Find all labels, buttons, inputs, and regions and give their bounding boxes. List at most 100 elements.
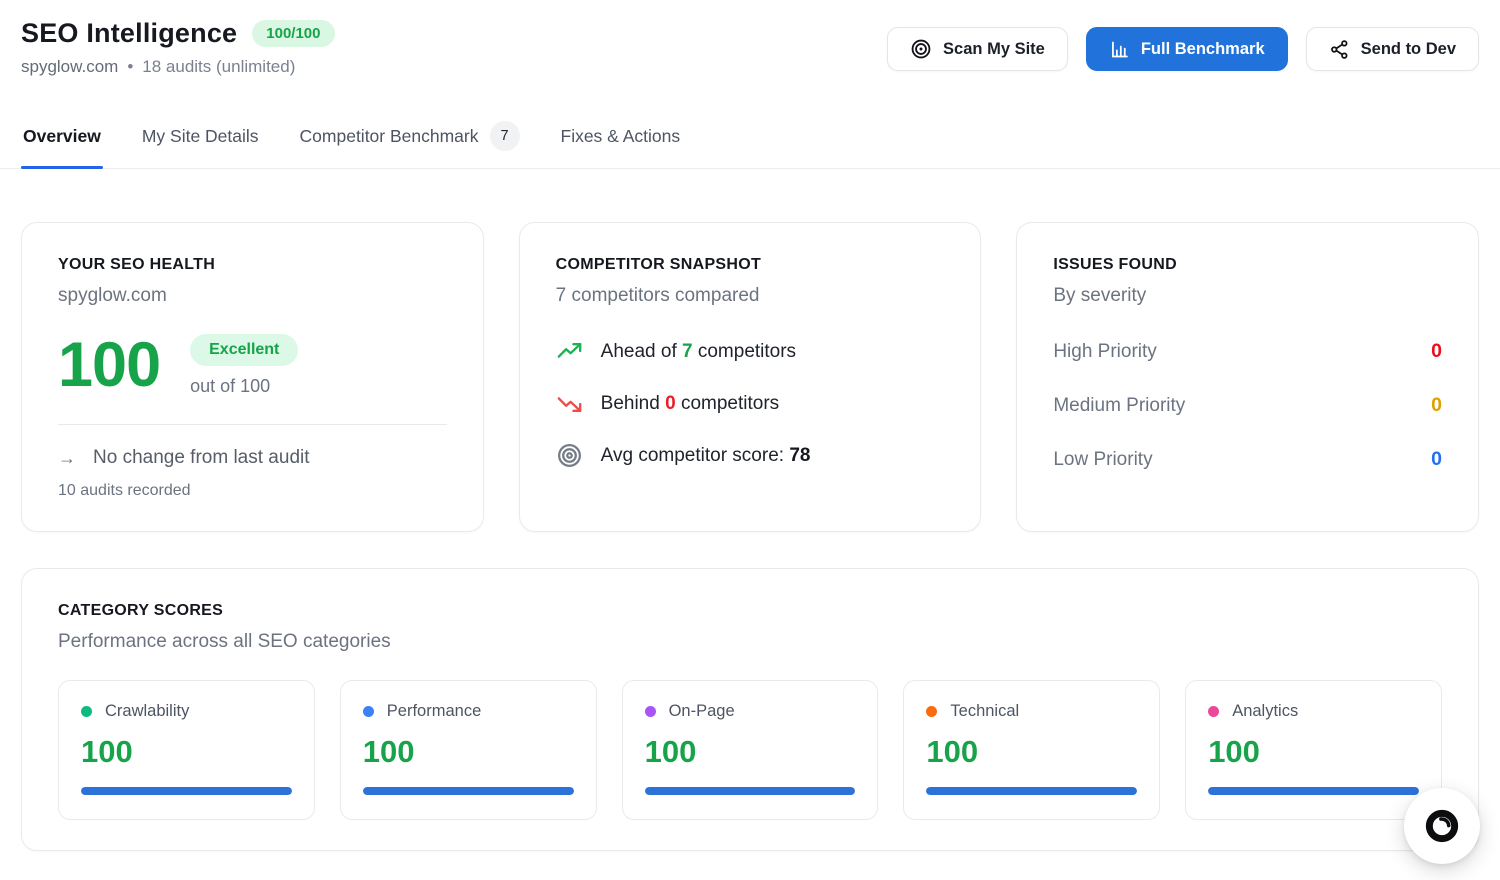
category-progress-track — [645, 787, 856, 795]
aperture-icon — [1423, 807, 1461, 845]
category-score: 100 — [645, 734, 856, 770]
category-card-on-page: On-Page 100 — [622, 680, 879, 820]
trending-down-icon — [556, 390, 583, 417]
tab-overview[interactable]: Overview — [21, 111, 103, 168]
avg-score-row: Avg competitor score: 78 — [556, 442, 945, 469]
category-progress-bar — [926, 787, 1137, 795]
issue-label: High Priority — [1053, 341, 1156, 363]
send-button-label: Send to Dev — [1361, 40, 1456, 59]
category-name: Performance — [387, 702, 481, 721]
card-seo-health: YOUR SEO HEALTH spyglow.com 100 Excellen… — [21, 222, 484, 532]
category-name: Crawlability — [105, 702, 189, 721]
category-dot — [645, 706, 656, 717]
score-out-of: out of 100 — [190, 376, 270, 397]
tab-overview-label: Overview — [23, 126, 101, 147]
bar-chart-icon — [1109, 39, 1130, 60]
scan-my-site-button[interactable]: Scan My Site — [887, 27, 1068, 71]
category-score: 100 — [81, 734, 292, 770]
issue-value: 0 — [1431, 340, 1442, 363]
right-arrow-icon: → — [58, 448, 76, 469]
category-card-analytics: Analytics 100 — [1185, 680, 1442, 820]
issue-value: 0 — [1431, 448, 1442, 471]
rating-badge: Excellent — [190, 334, 298, 366]
ahead-row: Ahead of 7 competitors — [556, 338, 945, 365]
behind-text: Behind 0 competitors — [601, 393, 780, 415]
avg-score-text: Avg competitor score: 78 — [601, 445, 811, 467]
issue-label: Low Priority — [1053, 449, 1152, 471]
header-subtitle: spyglow.com • 18 audits (unlimited) — [21, 57, 335, 77]
category-dot — [926, 706, 937, 717]
category-card-technical: Technical 100 — [903, 680, 1160, 820]
category-name: Analytics — [1232, 702, 1298, 721]
card-competitor-snapshot: COMPETITOR SNAPSHOT 7 competitors compar… — [519, 222, 982, 532]
tab-bar: Overview My Site Details Competitor Benc… — [0, 111, 1500, 169]
seo-health-score: 100 — [58, 336, 160, 396]
change-row: → No change from last audit — [58, 447, 447, 469]
avg-score-value: 78 — [789, 445, 810, 466]
category-progress-bar — [363, 787, 574, 795]
target-gray-icon — [556, 442, 583, 469]
behind-row: Behind 0 competitors — [556, 390, 945, 417]
category-score: 100 — [926, 734, 1137, 770]
trending-up-icon — [556, 338, 583, 365]
benchmark-button-label: Full Benchmark — [1141, 40, 1265, 59]
page-title: SEO Intelligence — [21, 18, 237, 49]
category-dot — [1208, 706, 1219, 717]
category-progress-track — [363, 787, 574, 795]
change-text: No change from last audit — [93, 447, 310, 469]
behind-count: 0 — [665, 393, 676, 414]
header-score-badge: 100/100 — [252, 20, 334, 47]
category-dot — [81, 706, 92, 717]
audits-info: 18 audits (unlimited) — [142, 57, 295, 77]
audits-recorded: 10 audits recorded — [58, 482, 447, 500]
send-to-dev-button[interactable]: Send to Dev — [1306, 27, 1479, 71]
tab-count-badge: 7 — [490, 121, 520, 151]
card-divider — [58, 424, 447, 425]
tab-fixes-actions-label: Fixes & Actions — [561, 126, 681, 147]
competitor-snapshot-title: COMPETITOR SNAPSHOT — [556, 256, 945, 274]
issues-found-subtitle: By severity — [1053, 285, 1442, 307]
category-score: 100 — [1208, 734, 1419, 770]
tab-competitor-benchmark[interactable]: Competitor Benchmark 7 — [298, 111, 522, 168]
tab-my-site-details-label: My Site Details — [142, 126, 259, 147]
header-left: SEO Intelligence 100/100 spyglow.com • 1… — [21, 18, 335, 77]
category-progress-bar — [645, 787, 856, 795]
full-benchmark-button[interactable]: Full Benchmark — [1086, 27, 1288, 71]
category-progress-bar — [1208, 787, 1419, 795]
ahead-text: Ahead of 7 competitors — [601, 341, 796, 363]
share-icon — [1329, 39, 1350, 60]
category-score: 100 — [363, 734, 574, 770]
issue-row-low: Low Priority 0 — [1053, 448, 1442, 471]
target-icon — [910, 38, 932, 60]
card-issues-found: ISSUES FOUND By severity High Priority 0… — [1016, 222, 1479, 532]
tab-competitor-benchmark-label: Competitor Benchmark — [300, 126, 479, 147]
bullet-separator: • — [127, 57, 133, 77]
category-name: Technical — [950, 702, 1019, 721]
category-scores-subtitle: Performance across all SEO categories — [58, 631, 1442, 653]
category-progress-track — [926, 787, 1137, 795]
category-card-performance: Performance 100 — [340, 680, 597, 820]
competitor-snapshot-subtitle: 7 competitors compared — [556, 285, 945, 307]
category-progress-track — [81, 787, 292, 795]
issue-value: 0 — [1431, 394, 1442, 417]
page-header: SEO Intelligence 100/100 spyglow.com • 1… — [21, 18, 1479, 77]
issue-label: Medium Priority — [1053, 395, 1185, 417]
header-actions: Scan My Site Full Benchmark — [887, 27, 1479, 71]
tab-my-site-details[interactable]: My Site Details — [140, 111, 261, 168]
issue-row-high: High Priority 0 — [1053, 340, 1442, 363]
seo-health-title: YOUR SEO HEALTH — [58, 256, 447, 274]
tab-fixes-actions[interactable]: Fixes & Actions — [559, 111, 683, 168]
category-progress-track — [1208, 787, 1419, 795]
category-progress-bar — [81, 787, 292, 795]
ahead-count: 7 — [682, 341, 693, 362]
fab-button[interactable] — [1404, 788, 1480, 864]
category-name: On-Page — [669, 702, 735, 721]
category-scores-title: CATEGORY SCORES — [58, 602, 1442, 620]
issues-found-title: ISSUES FOUND — [1053, 256, 1442, 274]
issue-row-medium: Medium Priority 0 — [1053, 394, 1442, 417]
seo-health-domain: spyglow.com — [58, 285, 447, 307]
scan-button-label: Scan My Site — [943, 40, 1045, 59]
card-category-scores: CATEGORY SCORES Performance across all S… — [21, 568, 1479, 851]
category-dot — [363, 706, 374, 717]
domain-text: spyglow.com — [21, 57, 118, 77]
